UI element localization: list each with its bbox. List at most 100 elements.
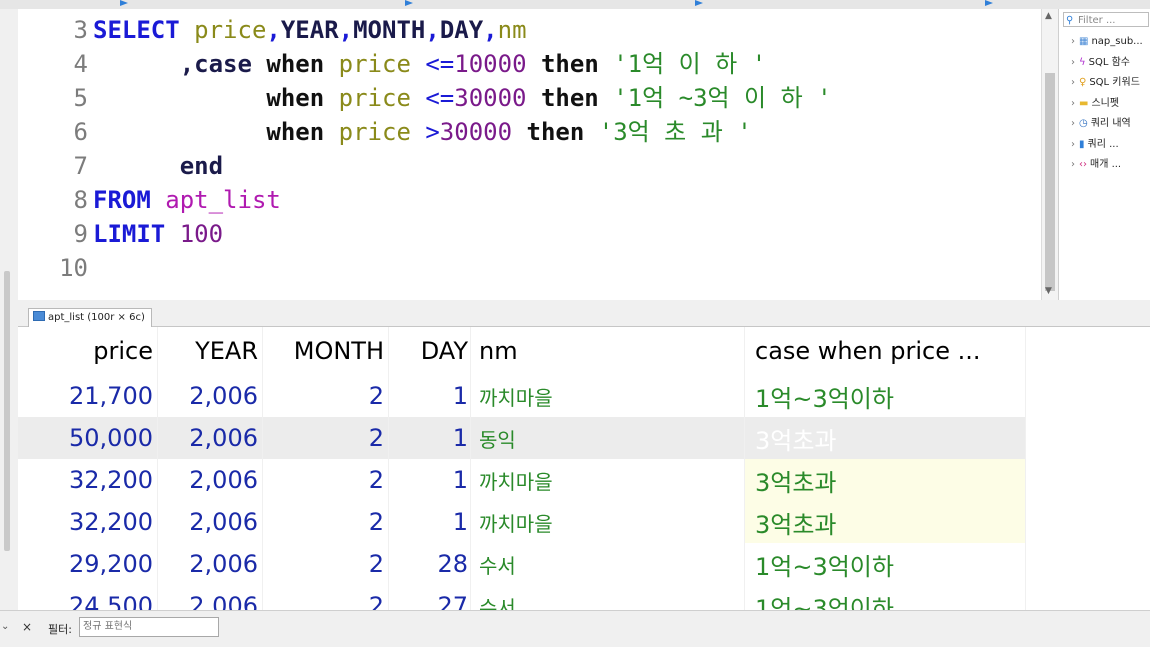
table-row[interactable]: 50,000 2,006 2 1 동익 3억초과 [18, 417, 1026, 459]
table-cell[interactable]: 3억초과 [744, 459, 1026, 501]
table-cell[interactable]: 1 [388, 501, 471, 543]
table-cell[interactable]: 28 [388, 543, 471, 585]
chevron-right-icon[interactable]: › [1071, 98, 1075, 109]
table-cell[interactable]: 27 [388, 585, 471, 610]
folder-icon: ▬ [1079, 97, 1089, 109]
filter-bar: ⌄ × 필터: [0, 610, 1150, 647]
side-scrollbar[interactable] [4, 271, 10, 551]
play-icon[interactable] [405, 0, 413, 6]
table-cell[interactable]: 2 [262, 459, 389, 501]
line-number: 9 [73, 220, 88, 248]
scrollbar-thumb[interactable] [1045, 73, 1055, 291]
table-cell[interactable]: 2,006 [157, 417, 263, 459]
chevron-right-icon[interactable]: › [1071, 118, 1075, 129]
table-cell[interactable]: 1 [388, 459, 471, 501]
chevron-right-icon[interactable]: › [1071, 57, 1075, 68]
column-header[interactable]: case when price ... [744, 327, 1026, 375]
code-line[interactable]: when price <=30000 then '1억 ~3억 이 하 ' [93, 81, 832, 115]
play-icon[interactable] [120, 0, 128, 6]
navigator-item[interactable]: › ♀ SQL 키워드 [1071, 74, 1140, 92]
table-cell[interactable]: 까치마을 [470, 375, 745, 417]
table-cell[interactable]: 2,006 [157, 501, 263, 543]
sql-editor[interactable]: 3 SELECT price,YEAR,MONTH,DAY,nm 4 ,case w… [18, 9, 1041, 300]
table-cell[interactable]: 1억~3억이하 [744, 375, 1026, 417]
code-token: 30000 [454, 84, 527, 112]
table-cell[interactable]: 2 [262, 375, 389, 417]
navigator-item[interactable]: › ϟ SQL 함수 [1071, 54, 1130, 72]
table-cell[interactable]: 3억초과 [744, 417, 1026, 459]
table-cell[interactable]: 2 [262, 585, 389, 610]
play-icon[interactable] [695, 0, 703, 6]
navigator-item[interactable]: › ‹› 매개 ... [1071, 156, 1121, 174]
regex-filter-input[interactable] [79, 617, 219, 637]
code-token: 30000 [439, 118, 513, 146]
code-line[interactable]: LIMIT 100 [93, 217, 223, 251]
navigator-item[interactable]: › ▮ 쿼리 ... [1071, 136, 1119, 154]
table-cell[interactable]: 수서 [470, 585, 745, 610]
column-header[interactable]: MONTH [262, 327, 389, 375]
table-cell[interactable]: 24,500 [18, 585, 158, 610]
table-cell[interactable]: 2 [262, 501, 389, 543]
table-icon [33, 311, 45, 321]
code-line[interactable]: SELECT price,YEAR,MONTH,DAY,nm [93, 13, 527, 47]
table-cell[interactable]: 1억~3억이하 [744, 585, 1026, 610]
table-row[interactable]: 21,700 2,006 2 1 까치마을 1억~3억이하 [18, 375, 1026, 417]
chevron-right-icon[interactable]: › [1071, 77, 1075, 88]
table-row[interactable]: 32,200 2,006 2 1 까치마을 3억초과 [18, 459, 1026, 501]
table-cell[interactable]: 3억초과 [744, 501, 1026, 543]
table-row[interactable]: 24,500 2,006 2 27 수서 1억~3억이하 [18, 585, 1026, 610]
code-line[interactable]: ,case when price <=10000 then '1억 이 하 ' [93, 47, 766, 81]
code-token: '1억 이 하 ' [613, 50, 767, 78]
table-cell[interactable]: 50,000 [18, 417, 158, 459]
column-header[interactable]: nm [470, 327, 745, 375]
scroll-down-icon[interactable]: ▼ [1045, 286, 1052, 296]
navigator-item[interactable]: › ▦ nap_sub... [1071, 33, 1143, 51]
table-cell[interactable]: 1억~3억이하 [744, 543, 1026, 585]
line-number: 10 [59, 254, 88, 282]
scroll-up-icon[interactable]: ▲ [1045, 11, 1052, 21]
chevron-right-icon[interactable]: › [1071, 159, 1075, 170]
table-cell[interactable]: 까치마을 [470, 459, 745, 501]
table-row[interactable]: 29,200 2,006 2 28 수서 1억~3억이하 [18, 543, 1026, 585]
play-icon[interactable] [985, 0, 993, 6]
results-grid[interactable]: price YEAR MONTH DAY nm case when price … [18, 327, 1150, 610]
close-filter-button[interactable]: × [22, 620, 32, 634]
table-cell[interactable]: 32,200 [18, 501, 158, 543]
table-cell[interactable]: 2 [262, 417, 389, 459]
column-header[interactable]: price [18, 327, 158, 375]
table-cell[interactable]: 2,006 [157, 585, 263, 610]
table-cell[interactable]: 29,200 [18, 543, 158, 585]
chevron-down-icon[interactable]: ⌄ [1, 621, 9, 632]
table-row[interactable]: 32,200 2,006 2 1 까치마을 3억초과 [18, 501, 1026, 543]
chevron-right-icon[interactable]: › [1071, 36, 1075, 47]
tab-apt-list[interactable]: apt_list (100r × 6c) [28, 308, 152, 327]
table-cell[interactable]: 2 [262, 543, 389, 585]
chart-icon: ▮ [1079, 138, 1085, 150]
code-line[interactable]: FROM apt_list [93, 183, 281, 217]
navigator-filter-input[interactable]: ⚲ Filter ... [1063, 12, 1149, 27]
code-line[interactable]: when price >30000 then '3억 초 과 ' [93, 115, 751, 149]
navigator-filter-placeholder: Filter ... [1078, 15, 1116, 26]
table-cell[interactable]: 수서 [470, 543, 745, 585]
chevron-right-icon[interactable]: › [1071, 139, 1075, 150]
table-cell[interactable]: 까치마을 [470, 501, 745, 543]
code-token: end [179, 152, 224, 180]
table-cell[interactable]: 2,006 [157, 375, 263, 417]
column-header[interactable]: DAY [388, 327, 471, 375]
code-token: '1억 ~3억 이 하 ' [613, 84, 832, 112]
editor-scrollbar[interactable]: ▲ ▼ [1041, 9, 1058, 300]
table-cell[interactable]: 2,006 [157, 543, 263, 585]
table-cell[interactable]: 1 [388, 375, 471, 417]
navigator-item[interactable]: › ▬ 스니펫 [1071, 95, 1119, 113]
table-cell[interactable]: 32,200 [18, 459, 158, 501]
table-cell[interactable]: 21,700 [18, 375, 158, 417]
table-cell[interactable]: 1 [388, 417, 471, 459]
code-line[interactable]: end [93, 149, 223, 183]
table-cell[interactable]: 동익 [470, 417, 745, 459]
column-header[interactable]: YEAR [157, 327, 263, 375]
code-token: ,case [179, 50, 252, 78]
navigator-item[interactable]: › ◷ 쿼리 내역 [1071, 115, 1131, 133]
table-cell[interactable]: 2,006 [157, 459, 263, 501]
